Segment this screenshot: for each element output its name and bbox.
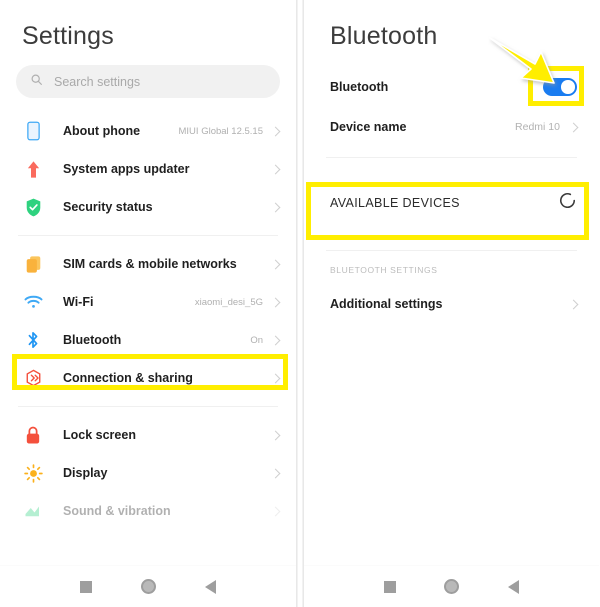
back-button[interactable] — [507, 579, 519, 594]
bluetooth-icon — [21, 330, 45, 350]
group-divider — [18, 406, 278, 407]
chevron-right-icon — [568, 122, 579, 132]
chevron-right-icon — [270, 468, 281, 478]
chevron-right-icon — [270, 506, 281, 516]
wifi-icon — [21, 294, 45, 310]
chevron-right-icon — [568, 299, 579, 309]
search-input[interactable]: Search settings — [16, 65, 280, 98]
available-devices-row[interactable]: AVAILABLE DEVICES — [304, 182, 599, 224]
settings-row-label: Wi-Fi — [63, 295, 94, 309]
device-name-row[interactable]: Device name Redmi 10 — [304, 107, 599, 147]
settings-row-value: xiaomi_desi_5G — [194, 296, 263, 308]
bluetooth-toggle-switch[interactable] — [543, 78, 577, 96]
lock-icon — [21, 426, 45, 445]
display-icon — [21, 463, 45, 483]
sound-icon — [21, 503, 45, 519]
bluetooth-settings-header: BLUETOOTH SETTINGS — [330, 265, 438, 275]
device-name-label: Device name — [330, 120, 407, 134]
settings-row-display[interactable]: Display — [0, 454, 296, 492]
dual-screenshot-container: Settings Search settings About phone MIU… — [0, 0, 600, 607]
chevron-right-icon — [270, 297, 281, 307]
sim-card-icon — [21, 255, 45, 274]
phone-icon — [21, 121, 45, 141]
settings-row-connection-sharing[interactable]: Connection & sharing — [0, 359, 296, 397]
page-title: Settings — [22, 22, 114, 50]
settings-row-system-apps-updater[interactable]: System apps updater — [0, 150, 296, 188]
toggle-knob — [561, 80, 575, 94]
bluetooth-toggle-row[interactable]: Bluetooth — [304, 67, 599, 107]
page-title: Bluetooth — [330, 22, 438, 50]
recents-button[interactable] — [80, 580, 93, 593]
home-button[interactable] — [140, 579, 156, 594]
settings-row-bluetooth[interactable]: Bluetooth On — [0, 321, 296, 359]
settings-row-value: MIUI Global 12.5.15 — [178, 125, 264, 137]
settings-scroll-area[interactable]: Settings Search settings About phone MIU… — [0, 0, 296, 565]
additional-settings-label: Additional settings — [330, 297, 443, 311]
device-name-value: Redmi 10 — [515, 121, 560, 133]
bluetooth-scroll-area[interactable]: Bluetooth Bluetooth Device name Redmi 10… — [304, 0, 599, 565]
settings-row-lock-screen[interactable]: Lock screen — [0, 416, 296, 454]
search-placeholder: Search settings — [54, 74, 141, 89]
refresh-spinner-icon[interactable] — [558, 191, 577, 215]
bluetooth-toggle-label: Bluetooth — [330, 80, 389, 94]
android-navigation-bar — [0, 565, 296, 607]
settings-row-security-status[interactable]: Security status — [0, 188, 296, 226]
available-devices-label: AVAILABLE DEVICES — [330, 196, 460, 210]
settings-group-1: About phone MIUI Global 12.5.15 System a… — [0, 112, 296, 226]
settings-row-label: Lock screen — [63, 428, 136, 442]
settings-row-label: Sound & vibration — [63, 504, 171, 518]
chevron-right-icon — [270, 335, 281, 345]
chevron-right-icon — [270, 373, 281, 383]
settings-row-label: Connection & sharing — [63, 371, 193, 385]
settings-row-label: SIM cards & mobile networks — [63, 257, 237, 271]
settings-row-label: Security status — [63, 200, 153, 214]
group-divider — [18, 235, 278, 236]
home-button[interactable] — [444, 579, 460, 594]
settings-row-about-phone[interactable]: About phone MIUI Global 12.5.15 — [0, 112, 296, 150]
back-button[interactable] — [204, 579, 216, 594]
android-navigation-bar — [304, 565, 599, 607]
settings-row-label: About phone — [63, 124, 141, 138]
recents-button[interactable] — [384, 580, 397, 593]
settings-row-sim-cards[interactable]: SIM cards & mobile networks — [0, 245, 296, 283]
chevron-right-icon — [270, 164, 281, 174]
settings-group-3: Lock screen Display Sound & vibration — [0, 416, 296, 530]
settings-row-value: On — [250, 334, 263, 346]
chevron-right-icon — [270, 202, 281, 212]
bluetooth-screen: Bluetooth Bluetooth Device name Redmi 10… — [303, 0, 599, 607]
chevron-right-icon — [270, 126, 281, 136]
settings-group-2: SIM cards & mobile networks Wi-Fi xiaomi… — [0, 245, 296, 397]
settings-row-sound-vibration[interactable]: Sound & vibration — [0, 492, 296, 530]
settings-row-label: System apps updater — [63, 162, 190, 176]
arrow-up-icon — [21, 160, 45, 179]
settings-row-label: Display — [63, 466, 108, 480]
settings-row-label: Bluetooth — [63, 333, 122, 347]
settings-row-wifi[interactable]: Wi-Fi xiaomi_desi_5G — [0, 283, 296, 321]
connection-sharing-icon — [21, 369, 45, 387]
additional-settings-row[interactable]: Additional settings — [304, 284, 599, 324]
search-icon — [30, 73, 43, 91]
chevron-right-icon — [270, 430, 281, 440]
settings-screen: Settings Search settings About phone MIU… — [0, 0, 297, 607]
chevron-right-icon — [270, 259, 281, 269]
shield-check-icon — [21, 198, 45, 217]
